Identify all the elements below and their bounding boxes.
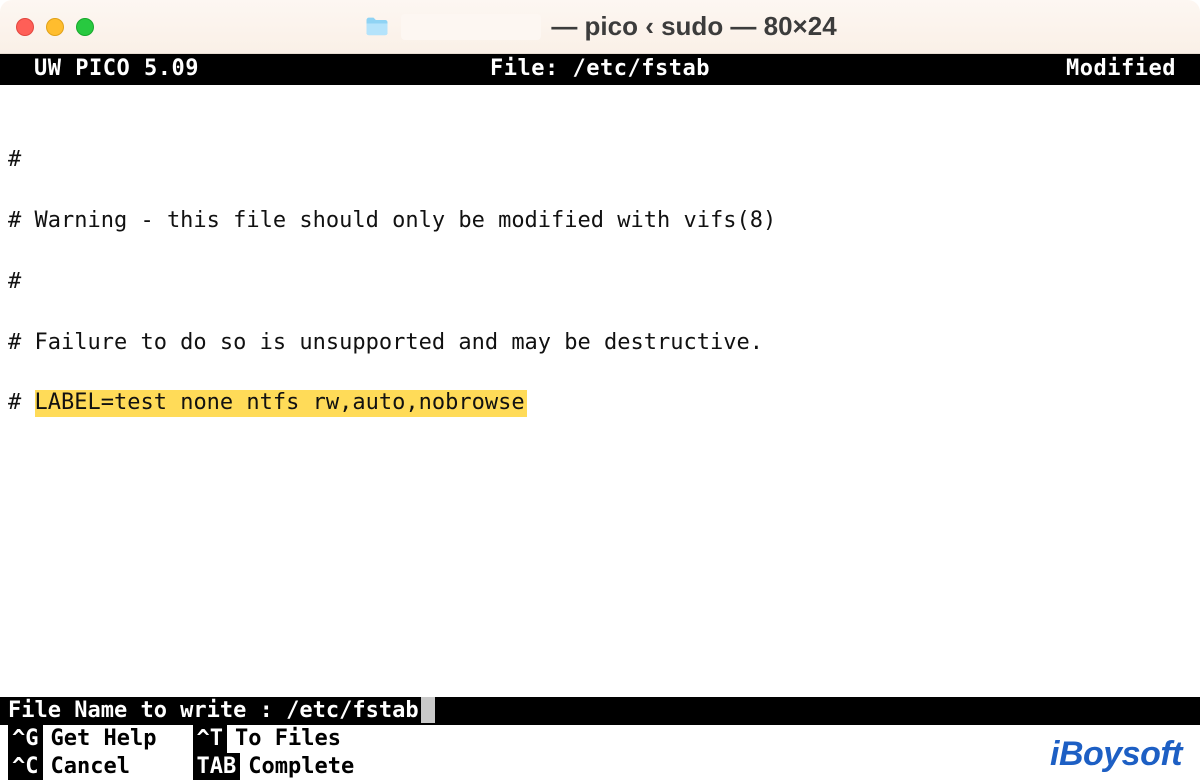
- key-complete-label: Complete: [240, 753, 390, 781]
- highlighted-entry: LABEL=test none ntfs rw,auto,nobrowse: [35, 390, 527, 417]
- watermark-text: Boysoft: [1059, 735, 1182, 773]
- file-line: # Warning - this file should only be mod…: [8, 206, 1192, 236]
- key-complete[interactable]: TAB: [193, 753, 241, 781]
- window-title-text: — pico ‹ sudo — 80×24: [551, 11, 836, 42]
- file-line: # Failure to do so is unsupported and ma…: [8, 328, 1192, 358]
- file-line: # LABEL=test none ntfs rw,auto,nobrowse: [8, 388, 1192, 418]
- pico-file-label: File: /etc/fstab: [0, 56, 1200, 81]
- key-to-files[interactable]: ^T: [193, 725, 228, 753]
- key-cancel-label: Cancel: [43, 753, 193, 781]
- traffic-lights: [16, 18, 94, 36]
- window-titlebar: — pico ‹ sudo — 80×24: [0, 0, 1200, 54]
- file-line: #: [8, 267, 1192, 297]
- pico-modified-flag: Modified: [1066, 56, 1176, 81]
- pico-status-bar: UW PICO 5.09 File: /etc/fstab Modified: [0, 54, 1200, 85]
- key-get-help-label: Get Help: [43, 725, 193, 753]
- editor-viewport[interactable]: # # Warning - this file should only be m…: [0, 85, 1200, 449]
- minimize-icon[interactable]: [46, 18, 64, 36]
- file-line-prefix: #: [8, 390, 35, 415]
- window-title: — pico ‹ sudo — 80×24: [363, 11, 836, 42]
- close-icon[interactable]: [16, 18, 34, 36]
- pico-footer: File Name to write : /etc/fstab ^G Get H…: [0, 697, 1200, 784]
- folder-icon: [363, 13, 391, 41]
- cursor-icon: [421, 697, 435, 723]
- help-keys: ^G Get Help ^T To Files ^C Cancel TAB Co…: [0, 725, 1200, 784]
- file-line: #: [8, 145, 1192, 175]
- redacted-path: [401, 14, 541, 40]
- watermark-logo: iBoysoft: [1050, 735, 1182, 774]
- key-get-help[interactable]: ^G: [8, 725, 43, 753]
- zoom-icon[interactable]: [76, 18, 94, 36]
- key-to-files-label: To Files: [227, 725, 377, 753]
- key-cancel[interactable]: ^C: [8, 753, 43, 781]
- write-prompt-label: File Name to write : /etc/fstab: [8, 698, 419, 723]
- write-prompt[interactable]: File Name to write : /etc/fstab: [0, 697, 1200, 725]
